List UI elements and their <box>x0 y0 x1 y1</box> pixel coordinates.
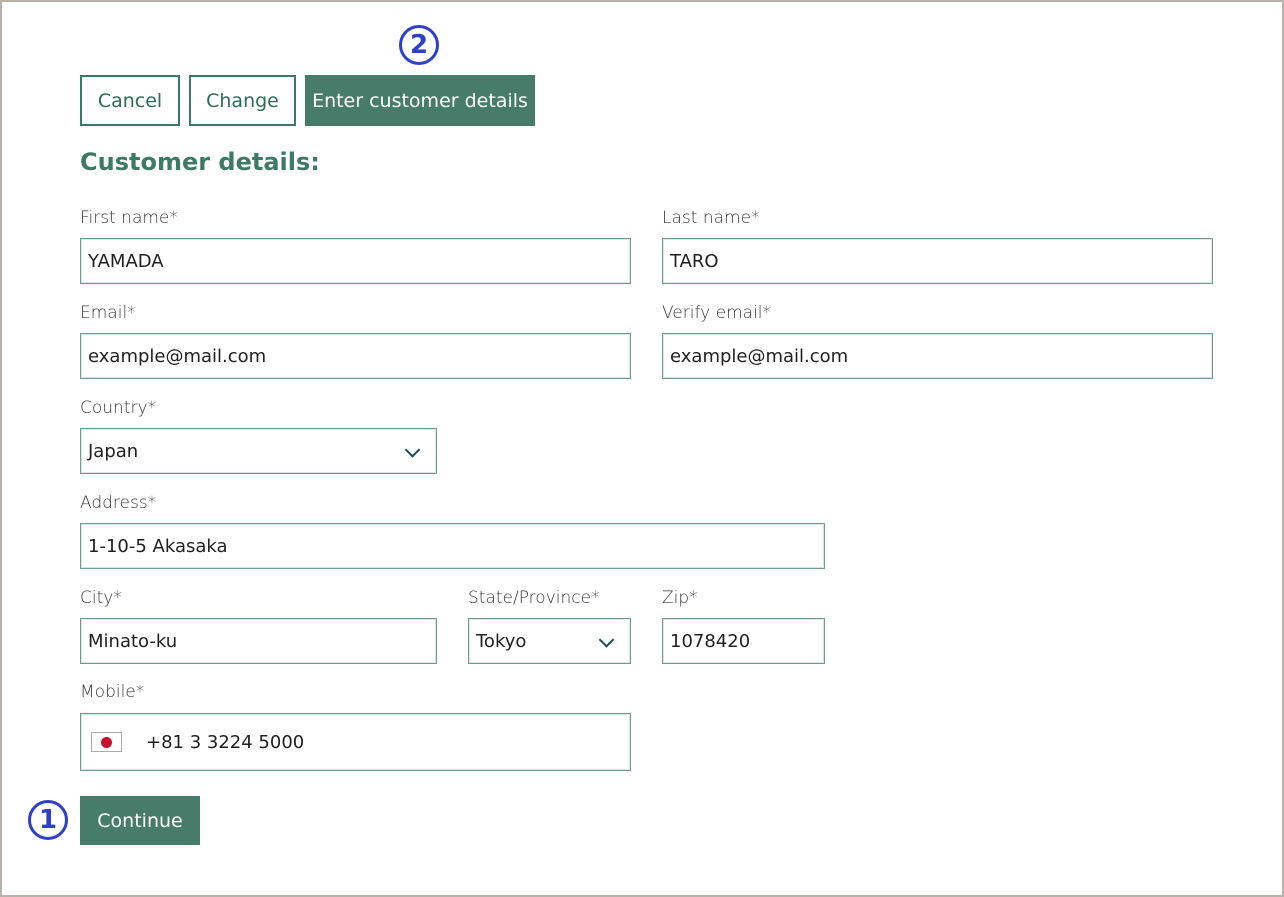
city-label: City* <box>80 588 122 608</box>
first-name-label: First name* <box>80 208 178 228</box>
zip-label: Zip* <box>662 588 698 608</box>
mobile-label: Mobile* <box>80 682 145 702</box>
last-name-label: Last name* <box>662 208 760 228</box>
email-field[interactable]: example@mail.com <box>80 333 631 379</box>
state-select[interactable]: Tokyo <box>468 618 631 664</box>
change-button[interactable]: Change <box>189 75 296 126</box>
country-select[interactable]: Japan <box>80 428 437 474</box>
chevron-down-icon <box>404 442 421 458</box>
email-label: Email* <box>80 303 136 323</box>
state-label: State/Province* <box>468 588 600 608</box>
cancel-button[interactable]: Cancel <box>80 75 180 126</box>
address-field[interactable]: 1-10-5 Akasaka <box>80 523 825 569</box>
city-field[interactable]: Minato-ku <box>80 618 437 664</box>
country-label: Country* <box>80 398 157 418</box>
step-marker-2: 2 <box>399 25 439 65</box>
mobile-field[interactable]: +81 3 3224 5000 <box>80 713 631 771</box>
state-value: Tokyo <box>476 630 527 652</box>
mobile-value: +81 3 3224 5000 <box>146 731 305 753</box>
chevron-down-icon <box>598 632 615 648</box>
first-name-field[interactable]: YAMADA <box>80 238 631 284</box>
enter-customer-details-button[interactable]: Enter customer details <box>305 75 535 126</box>
verify-email-label: Verify email* <box>662 303 772 323</box>
address-label: Address* <box>80 493 157 513</box>
country-value: Japan <box>88 440 139 462</box>
last-name-field[interactable]: TARO <box>662 238 1213 284</box>
page-title: Customer details: <box>80 148 320 176</box>
japan-flag-icon[interactable] <box>91 732 122 752</box>
verify-email-field[interactable]: example@mail.com <box>662 333 1213 379</box>
continue-button[interactable]: Continue <box>80 796 200 845</box>
zip-field[interactable]: 1078420 <box>662 618 825 664</box>
step-marker-1: 1 <box>28 800 68 840</box>
